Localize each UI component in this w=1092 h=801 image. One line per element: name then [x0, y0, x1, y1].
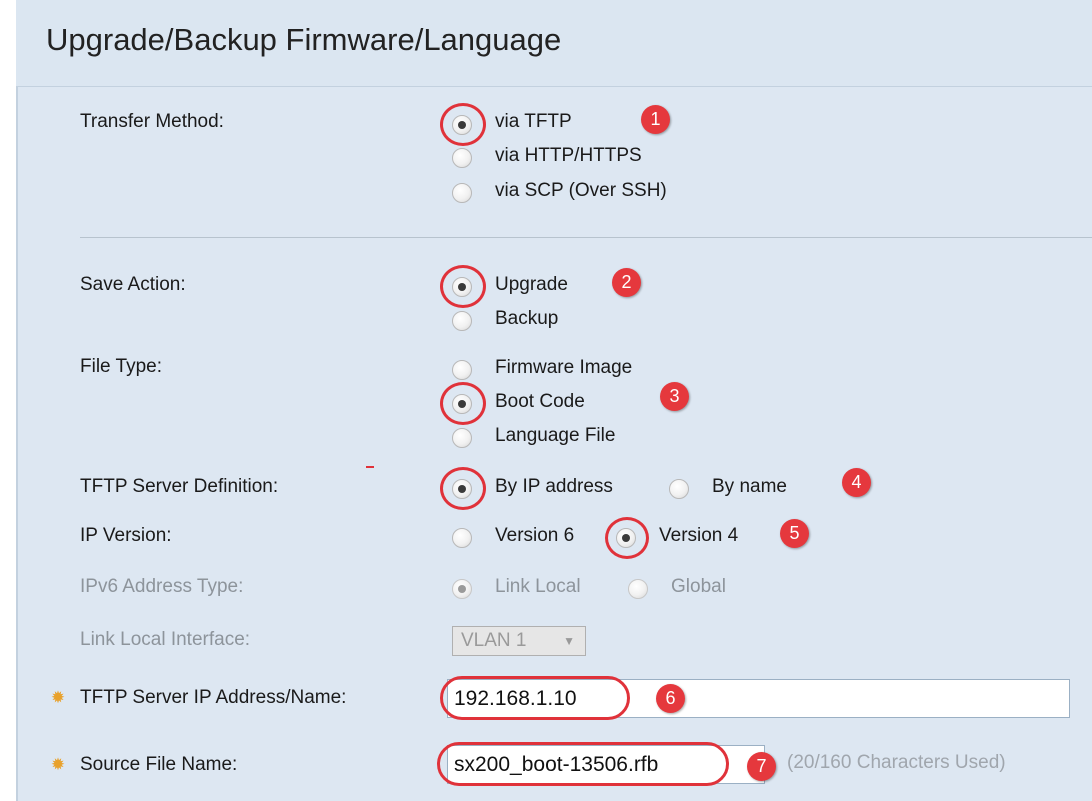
- option-language-file[interactable]: Language File: [495, 425, 615, 447]
- transfer-method-label: Transfer Method:: [80, 111, 224, 132]
- annotation-ring: [440, 382, 486, 425]
- annotation-badge-1: 1: [641, 105, 670, 134]
- option-link-local: Link Local: [495, 576, 581, 597]
- save-action-label: Save Action:: [80, 274, 186, 295]
- annotation-ring: [440, 265, 486, 308]
- option-global: Global: [671, 576, 726, 597]
- option-version-4[interactable]: Version 4: [659, 525, 738, 547]
- annotation-badge-5: 5: [780, 519, 809, 548]
- radio-link-local: [452, 579, 472, 599]
- section-divider: [80, 237, 1092, 238]
- radio-firmware-image[interactable]: [452, 360, 472, 380]
- link-local-interface-label: Link Local Interface:: [80, 629, 251, 650]
- annotation-badge-3: 3: [660, 382, 689, 411]
- tftp-server-address-label: TFTP Server IP Address/Name:: [80, 687, 347, 708]
- option-upgrade[interactable]: Upgrade: [495, 274, 568, 296]
- annotation-ring: [605, 517, 649, 559]
- link-local-interface-select: VLAN 1 ▼: [452, 626, 586, 656]
- radio-global: [628, 579, 648, 599]
- tftp-server-definition-label: TFTP Server Definition:: [80, 476, 279, 497]
- option-by-ip-address[interactable]: By IP address: [495, 476, 613, 498]
- asterisk-icon: ✹: [50, 688, 66, 707]
- option-boot-code[interactable]: Boot Code: [495, 391, 585, 413]
- character-count-hint: (20/160 Characters Used): [787, 752, 1006, 773]
- radio-via-http[interactable]: [452, 148, 472, 168]
- annotation-badge-7: 7: [747, 752, 776, 781]
- annotation-badge-6: 6: [656, 684, 685, 713]
- page-title: Upgrade/Backup Firmware/Language: [46, 22, 562, 57]
- radio-backup[interactable]: [452, 311, 472, 331]
- source-file-name-label: Source File Name:: [80, 754, 238, 775]
- page-header: Upgrade/Backup Firmware/Language: [16, 0, 1092, 86]
- option-via-http[interactable]: via HTTP/HTTPS: [495, 145, 642, 167]
- asterisk-icon: ✹: [50, 755, 66, 774]
- radio-language-file[interactable]: [452, 428, 472, 448]
- file-type-label: File Type:: [80, 356, 163, 377]
- annotation-badge-2: 2: [612, 268, 641, 297]
- option-version-6[interactable]: Version 6: [495, 525, 574, 547]
- annotation-ring: [440, 467, 486, 510]
- annotation-ring: [440, 676, 630, 720]
- annotation-ring: [437, 742, 729, 786]
- triangle-down-icon: ▼: [563, 634, 575, 648]
- radio-version-6[interactable]: [452, 528, 472, 548]
- radio-by-name[interactable]: [669, 479, 689, 499]
- ipv6-address-type-label: IPv6 Address Type:: [80, 576, 244, 597]
- option-via-tftp[interactable]: via TFTP: [495, 111, 572, 133]
- option-firmware-image[interactable]: Firmware Image: [495, 357, 632, 379]
- annotation-badge-4: 4: [842, 468, 871, 497]
- link-local-interface-value: VLAN 1: [461, 630, 527, 651]
- stray-red-mark: [366, 466, 374, 468]
- option-backup[interactable]: Backup: [495, 308, 558, 330]
- option-by-name[interactable]: By name: [712, 476, 787, 498]
- radio-via-scp[interactable]: [452, 183, 472, 203]
- annotation-ring: [440, 103, 486, 146]
- ip-version-label: IP Version:: [80, 525, 172, 546]
- option-via-scp[interactable]: via SCP (Over SSH): [495, 180, 667, 202]
